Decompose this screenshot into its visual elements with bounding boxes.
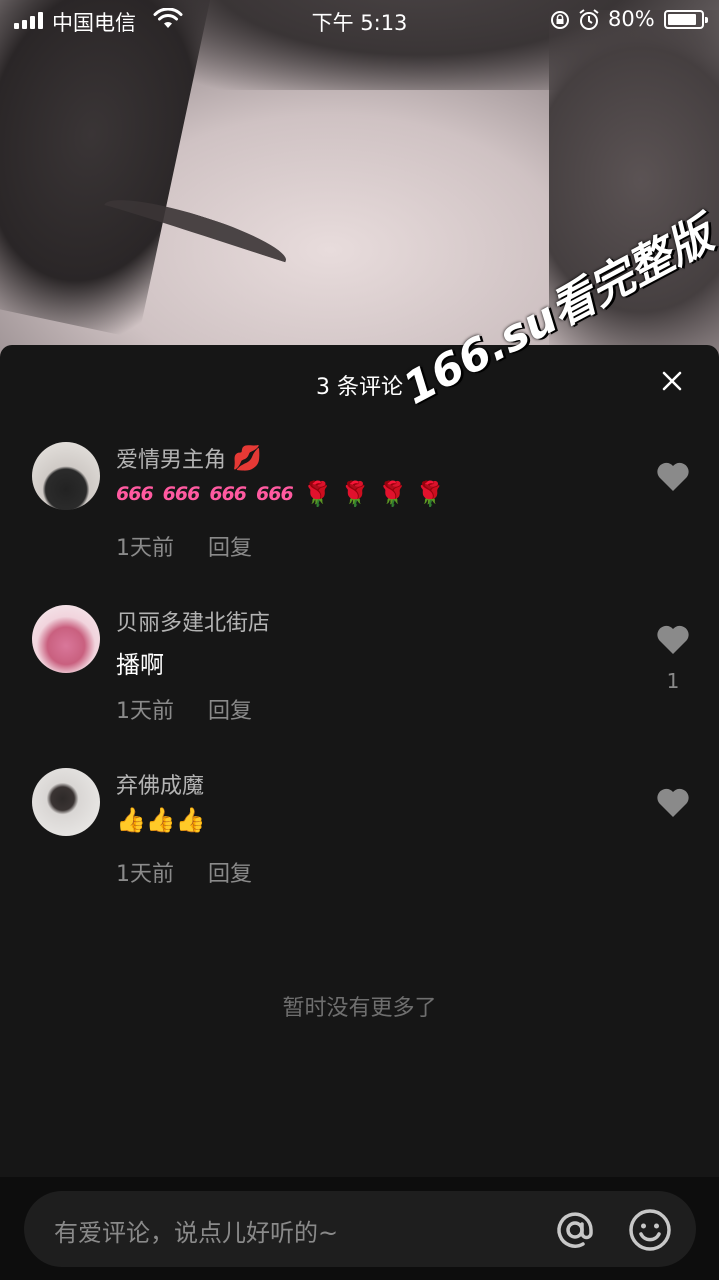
- comment-item: 弃佛成魔 👍👍👍 1天前 回复: [0, 768, 719, 918]
- rose-emoji: 🌹 🌹 🌹 🌹: [302, 480, 446, 508]
- comment-text: 666 666 666 666 🌹 🌹 🌹 🌹: [116, 480, 446, 508]
- comment-time: 1天前: [116, 862, 174, 887]
- input-placeholder: 有爱评论，说点儿好听的~: [54, 1219, 339, 1247]
- comment-time: 1天前: [116, 536, 174, 561]
- comment-item: 贝丽多建北街店 播啊 1天前 回复 1: [0, 605, 719, 755]
- comment-text: 播啊: [116, 651, 164, 679]
- comment-username[interactable]: 贝丽多建北街店: [116, 605, 270, 637]
- comment-username[interactable]: 弃佛成魔: [116, 768, 204, 800]
- no-more-comments: 暂时没有更多了: [282, 996, 437, 1021]
- comment-username[interactable]: 爱情男主角 💋: [116, 442, 262, 474]
- reply-button[interactable]: 回复: [208, 693, 252, 725]
- status-bar: 中国电信 下午 5:13 80%: [0, 0, 719, 40]
- comment-item: 爱情男主角 💋 666 666 666 666 🌹 🌹 🌹 🌹 1天前 回复: [0, 442, 719, 592]
- comment-input-bar: 有爱评论，说点儿好听的~: [0, 1177, 719, 1280]
- alarm-icon: [579, 9, 599, 30]
- comment-meta: 1天前 回复: [116, 693, 252, 725]
- battery-percentage: 80%: [608, 7, 655, 31]
- battery-icon: [664, 10, 708, 29]
- comment-meta: 1天前 回复: [116, 856, 252, 888]
- avatar[interactable]: [32, 768, 100, 836]
- heart-icon[interactable]: [655, 460, 691, 492]
- avatar[interactable]: [32, 605, 100, 673]
- avatar[interactable]: [32, 442, 100, 510]
- emoji-icon[interactable]: [627, 1207, 673, 1253]
- heart-icon[interactable]: [655, 786, 691, 818]
- at-mention-icon[interactable]: [552, 1207, 598, 1253]
- rotation-lock-icon: [551, 11, 569, 29]
- screen: 中国电信 下午 5:13 80% 3 条评论 爱情男主角 💋 666 666 6…: [0, 0, 719, 1280]
- comment-time: 1天前: [116, 699, 174, 724]
- comment-count-title: 3 条评论: [316, 375, 403, 400]
- lips-emoji: 💋: [232, 444, 262, 472]
- comment-meta: 1天前 回复: [116, 530, 252, 562]
- heart-icon[interactable]: [655, 623, 691, 655]
- like-count: 1: [666, 669, 680, 693]
- close-icon[interactable]: [658, 367, 686, 395]
- thumbs-up-emoji: 👍👍👍: [116, 806, 206, 834]
- reply-button[interactable]: 回复: [208, 530, 252, 562]
- comment-sheet: 3 条评论 爱情男主角 💋 666 666 666 666 🌹 🌹 🌹 🌹 1天…: [0, 345, 719, 1280]
- reply-button[interactable]: 回复: [208, 856, 252, 888]
- comment-input[interactable]: 有爱评论，说点儿好听的~: [24, 1191, 696, 1267]
- comment-text: 👍👍👍: [116, 808, 206, 832]
